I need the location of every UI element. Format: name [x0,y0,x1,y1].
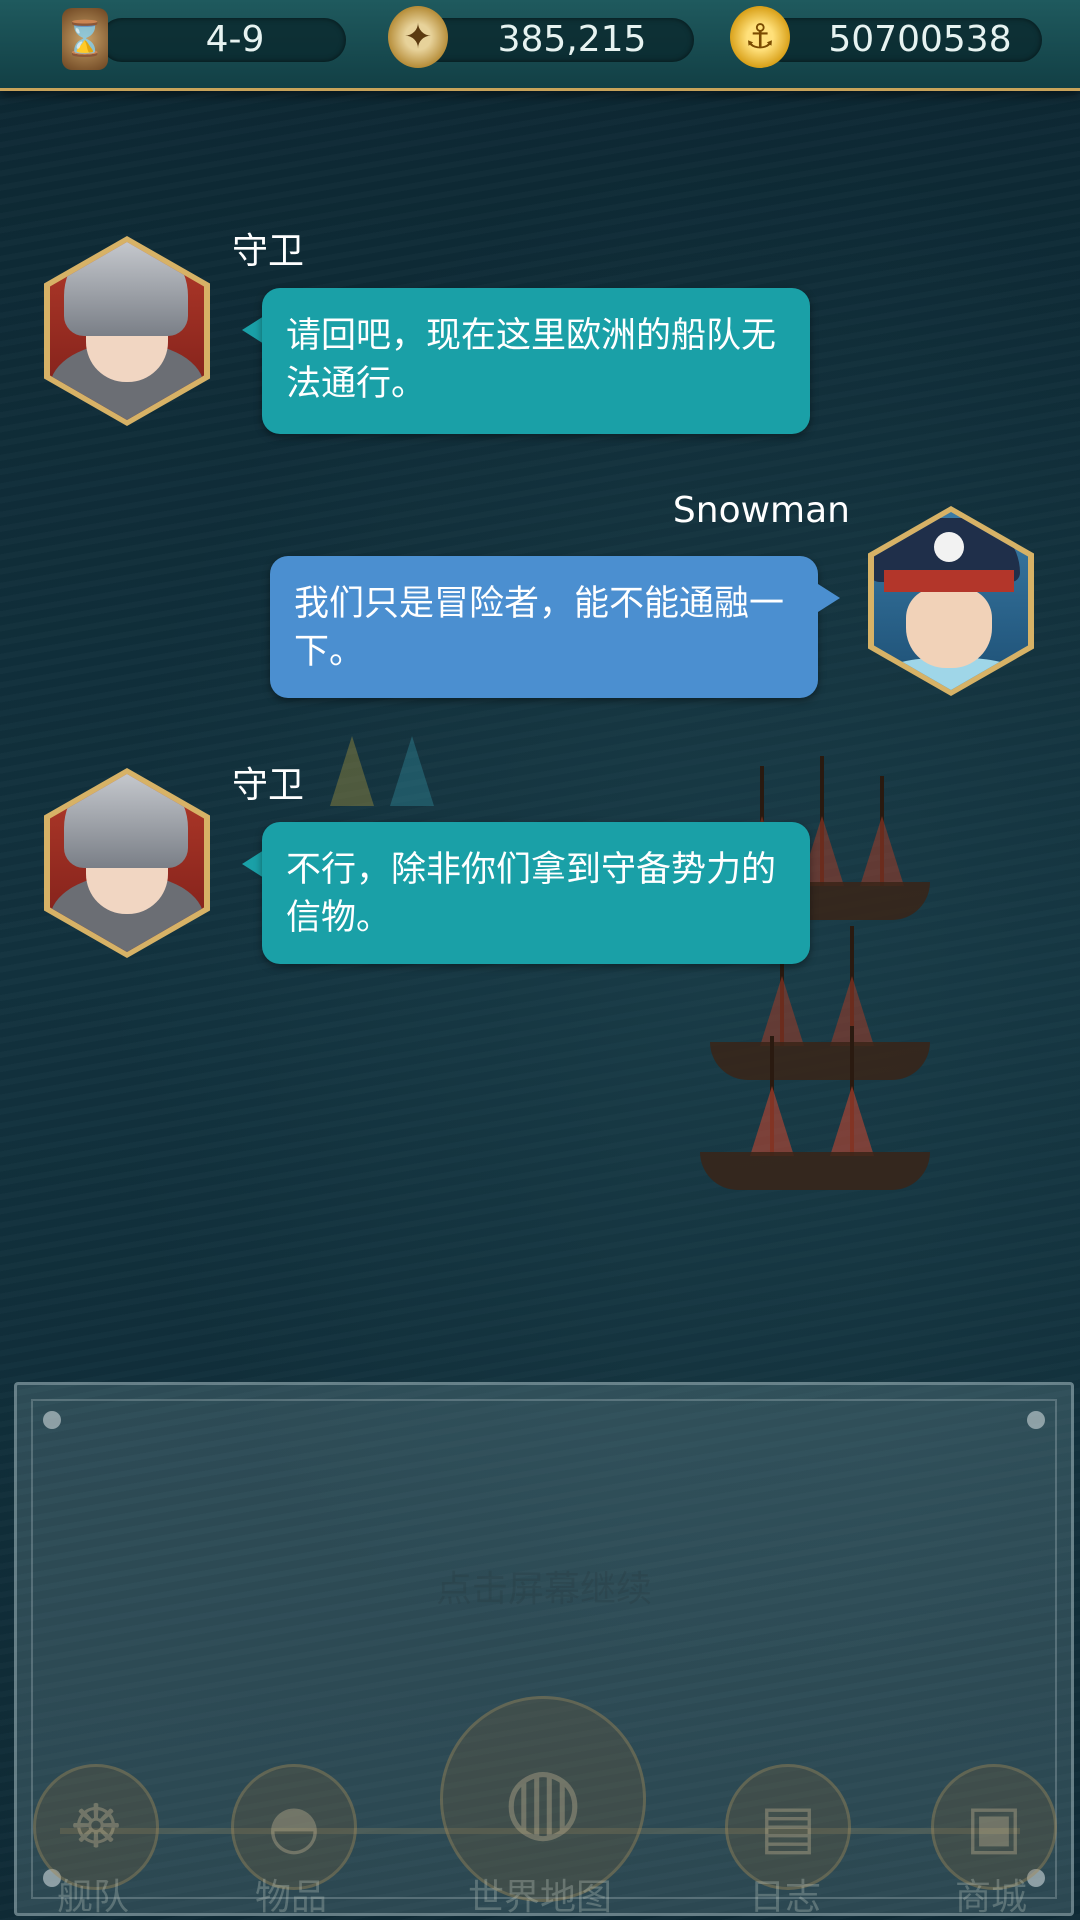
dialogue-bubble: 不行，除非你们拿到守备势力的信物。 [262,822,810,964]
bottom-nav: ☸ 舰队 ◓ 物品 ◍ 世界地图 ▤ 日志 ▣ 商城 [0,1690,1080,1920]
dialogue-bubble: 我们只是冒险者，能不能通融一下。 [270,556,818,698]
nav-item-world-map[interactable]: ◍ 世界地图 [430,1690,650,1920]
guard-avatar[interactable] [44,768,210,958]
dialogue-bubble: 请回吧，现在这里欧洲的船队无法通行。 [262,288,810,434]
bubble-tail [242,316,264,344]
guard-avatar[interactable] [44,236,210,426]
nav-label: 舰队 [56,1877,129,1918]
compass-stat: 385,215 [412,18,694,62]
nav-item-items[interactable]: ◓ 物品 [206,1690,376,1920]
snowman-avatar[interactable] [868,506,1034,696]
nav-item-fleet[interactable]: ☸ 舰队 [8,1690,178,1920]
speaker-name: 守卫 [232,231,305,272]
anchor-coin-icon: ⚓ [730,6,790,68]
speaker-name: Snowman [672,490,850,531]
nav-label: 物品 [254,1877,327,1918]
rivet [43,1411,61,1429]
bubble-tail [818,584,840,612]
nav-label: 世界地图 [467,1877,612,1918]
ship-silhouette [700,1026,930,1190]
rivet [1027,1411,1045,1429]
nav-item-shop[interactable]: ▣ 商城 [906,1690,1076,1920]
stage-value: 4-9 [205,19,265,60]
resource-bar: 4-9 ⌛ 385,215 ✦ 50700538 ⚓ [0,0,1080,91]
nav-label: 日志 [748,1877,821,1918]
bubble-tail [242,850,264,878]
nav-item-log[interactable]: ▤ 日志 [700,1690,870,1920]
stage-stat: 4-9 [100,18,346,62]
speaker-name: 守卫 [232,765,305,806]
nav-label: 商城 [954,1877,1027,1918]
continue-hint: 点击屏幕继续 [435,1569,652,1610]
compass-icon: ✦ [388,6,448,68]
hourglass-icon: ⌛ [62,8,108,70]
gold-value: 50700538 [828,19,1012,60]
gold-stat: 50700538 [760,18,1042,62]
compass-value: 385,215 [497,19,647,60]
